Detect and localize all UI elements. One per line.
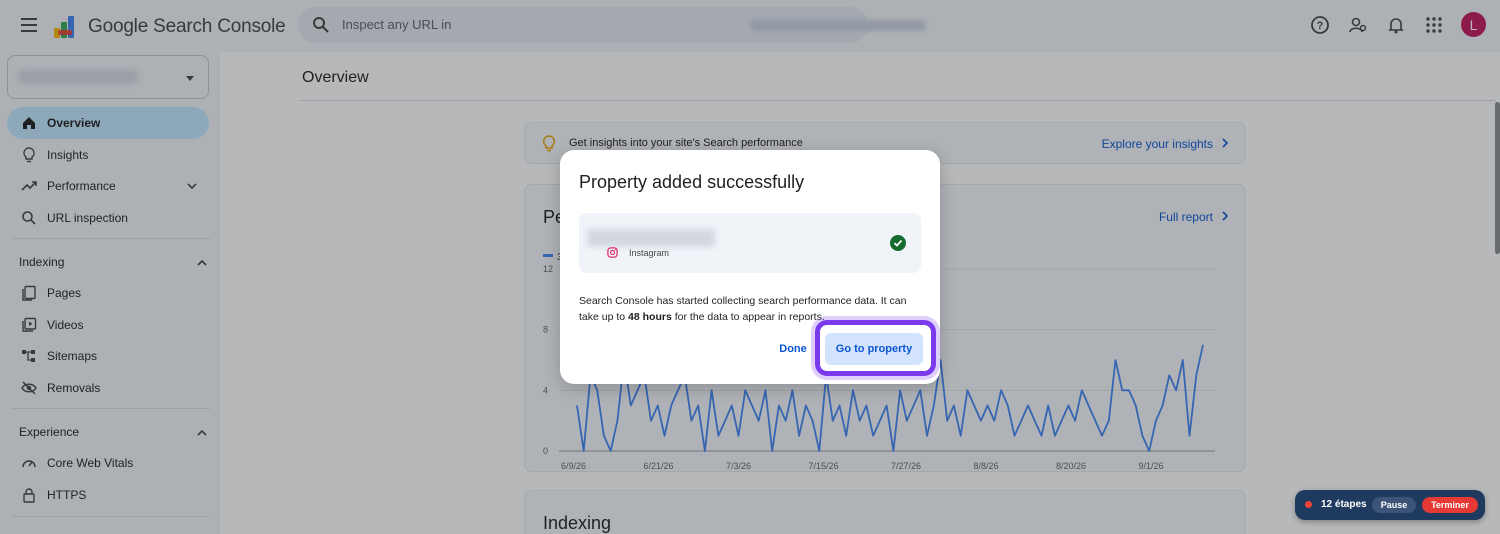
dialog-title: Property added successfully — [579, 172, 805, 192]
property-summary: Instagram — [579, 213, 921, 273]
property-added-dialog: Property added successfully Instagram Se… — [560, 150, 940, 384]
property-type-label: Instagram — [629, 248, 670, 258]
recording-dot-icon — [1305, 501, 1312, 508]
step-counter: 12 étapes — [1321, 499, 1367, 510]
go-to-property-button[interactable]: Go to property — [825, 333, 923, 365]
check-circle-icon — [890, 235, 906, 251]
instagram-icon — [607, 247, 618, 258]
finish-button[interactable]: Terminer — [1422, 497, 1478, 513]
redacted-property-name — [587, 229, 715, 247]
recording-widget: 12 étapes Pause Terminer — [1295, 490, 1485, 520]
dialog-body-emphasis: 48 hours — [628, 311, 672, 323]
dialog-body-text-end: for the data to appear in reports. — [671, 311, 825, 323]
pause-button[interactable]: Pause — [1372, 497, 1416, 513]
done-button[interactable]: Done — [771, 338, 815, 360]
